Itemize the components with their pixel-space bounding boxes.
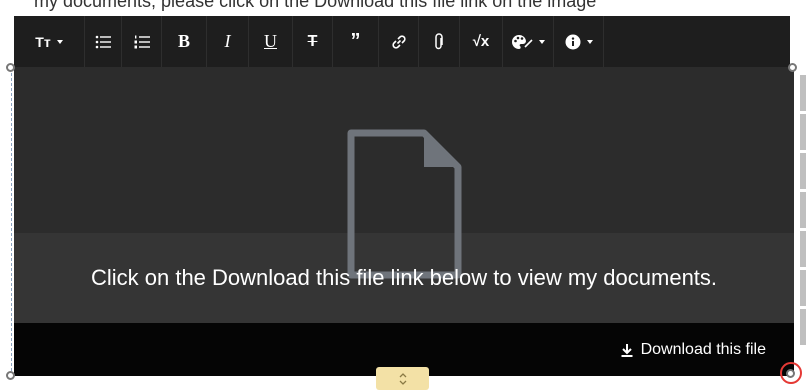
right-edge-bar xyxy=(800,270,806,306)
caret-down-icon xyxy=(586,39,593,44)
bold-button[interactable]: B xyxy=(162,16,207,67)
right-edge-bar xyxy=(800,153,806,189)
right-edge-bar xyxy=(800,309,806,345)
palette-icon xyxy=(512,34,533,49)
right-edge-panels xyxy=(800,75,806,348)
right-edge-bar xyxy=(800,114,806,150)
caret-down-icon xyxy=(539,39,545,44)
link-icon xyxy=(391,34,406,49)
numbered-list-button[interactable] xyxy=(122,16,162,67)
strikethrough-button[interactable]: T xyxy=(293,16,333,67)
download-icon xyxy=(621,343,633,357)
color-dropdown[interactable] xyxy=(503,16,554,67)
document-icon xyxy=(347,129,462,279)
right-edge-bar xyxy=(800,75,806,111)
resize-handle-top-right[interactable] xyxy=(788,63,797,72)
file-preview-panel: Click on the Download this file link bel… xyxy=(14,67,794,323)
chevron-updown-icon xyxy=(399,372,406,385)
link-button[interactable] xyxy=(379,16,419,67)
italic-button[interactable]: I xyxy=(207,16,249,67)
underline-button[interactable]: U xyxy=(249,16,293,67)
text-style-dropdown[interactable]: Tт xyxy=(14,16,85,67)
underline-icon: U xyxy=(264,31,277,51)
preview-message: Click on the Download this file link bel… xyxy=(90,265,718,290)
italic-icon: I xyxy=(224,31,231,51)
caret-down-icon xyxy=(56,39,63,44)
text-size-icon: Tт xyxy=(35,33,51,50)
info-dropdown[interactable] xyxy=(554,16,604,67)
bullet-list-icon xyxy=(95,35,111,48)
partial-top-text: my documents, please click on the Downlo… xyxy=(0,0,806,14)
download-label: Download this file xyxy=(640,341,766,358)
editor-toolbar: Tт B I U T ” √x xyxy=(14,16,790,67)
partial-top-text-content: my documents, please click on the Downlo… xyxy=(34,0,597,11)
vertical-resize-tab[interactable] xyxy=(376,367,429,390)
resize-handle-bottom-left[interactable] xyxy=(6,371,15,380)
selected-resize-ring xyxy=(780,362,802,384)
right-edge-bar xyxy=(800,192,806,228)
strikethrough-icon: T xyxy=(307,32,318,50)
bold-icon: B xyxy=(177,31,190,51)
bullet-list-button[interactable] xyxy=(85,16,122,67)
download-file-link[interactable]: Download this file xyxy=(621,341,766,359)
info-icon xyxy=(565,34,580,49)
right-edge-bar xyxy=(800,231,806,267)
attachment-button[interactable] xyxy=(419,16,460,67)
math-button[interactable]: √x xyxy=(460,16,503,67)
numbered-list-icon xyxy=(134,35,150,48)
resize-handle-top-left[interactable] xyxy=(6,63,15,72)
quote-icon: ” xyxy=(350,30,361,52)
square-root-icon: √x xyxy=(472,33,490,50)
blockquote-button[interactable]: ” xyxy=(333,16,379,67)
paperclip-icon xyxy=(435,32,443,49)
